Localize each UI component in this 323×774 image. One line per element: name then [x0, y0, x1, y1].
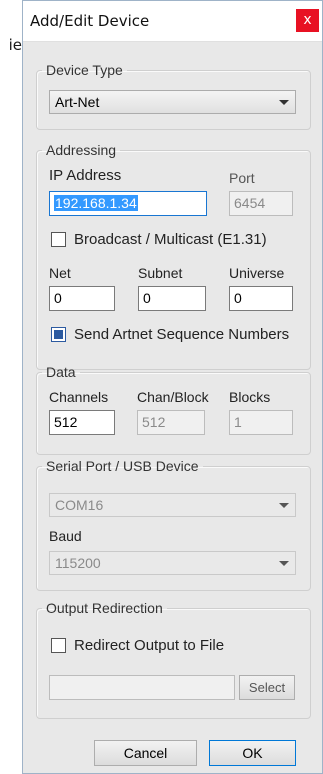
dialog-title: Add/Edit Device	[30, 12, 150, 30]
universe-value: 0	[234, 290, 242, 306]
net-input[interactable]: 0	[49, 286, 115, 311]
output-redirection-legend: Output Redirection	[46, 600, 163, 616]
blocks-label: Blocks	[229, 389, 271, 405]
port-label: Port	[229, 170, 255, 186]
blocks-input[interactable]: 1	[229, 410, 293, 435]
chevron-down-icon	[279, 100, 289, 105]
device-type-legend: Device Type	[46, 62, 123, 78]
redirect-output-label: Redirect Output to File	[74, 637, 225, 654]
port-input[interactable]: 6454	[229, 191, 293, 216]
channels-input[interactable]: 512	[49, 410, 115, 435]
channels-value: 512	[54, 414, 78, 430]
ok-label: OK	[242, 745, 263, 761]
select-file-label: Select	[248, 680, 286, 695]
chevron-down-icon	[279, 561, 289, 566]
chan-block-value: 512	[142, 414, 166, 430]
ok-button[interactable]: OK	[209, 740, 296, 766]
blocks-value: 1	[234, 414, 242, 430]
background-window-text: ie	[8, 36, 22, 54]
broadcast-label: Broadcast / Multicast (E1.31)	[74, 231, 267, 248]
ip-address-label: IP Address	[49, 167, 122, 184]
redirect-output-checkbox[interactable]	[51, 638, 66, 653]
chan-block-label: Chan/Block	[137, 389, 209, 405]
baud-value: 115200	[55, 555, 101, 571]
close-icon: x	[303, 12, 312, 28]
port-value: 6454	[234, 195, 266, 211]
net-value: 0	[54, 290, 62, 306]
select-file-button[interactable]: Select	[239, 675, 295, 700]
chan-block-input[interactable]: 512	[137, 410, 205, 435]
universe-label: Universe	[229, 265, 285, 281]
device-type-value: Art-Net	[55, 94, 100, 110]
subnet-input[interactable]: 0	[138, 286, 206, 311]
baud-label: Baud	[49, 528, 82, 544]
dialog-body: Device Type Art-Net Addressing IP Addres…	[23, 42, 322, 773]
chevron-down-icon	[279, 503, 289, 508]
channels-label: Channels	[49, 389, 109, 405]
cancel-label: Cancel	[123, 745, 168, 761]
addressing-legend: Addressing	[46, 142, 117, 158]
ip-address-value: 192.168.1.34	[54, 195, 138, 211]
close-button[interactable]: x	[296, 9, 319, 32]
broadcast-checkbox[interactable]	[51, 232, 66, 247]
cancel-button[interactable]: Cancel	[94, 740, 197, 766]
universe-input[interactable]: 0	[229, 286, 293, 311]
baud-select[interactable]: 115200	[49, 551, 296, 575]
title-bar[interactable]: Add/Edit Device x	[23, 1, 322, 42]
output-file-input[interactable]	[49, 675, 235, 700]
sequence-numbers-checkbox[interactable]	[51, 327, 66, 342]
serial-port-value: COM16	[55, 497, 104, 513]
data-legend: Data	[46, 364, 76, 380]
ip-address-input[interactable]: 192.168.1.34	[49, 191, 207, 216]
serial-port-select[interactable]: COM16	[49, 493, 296, 517]
serial-port-legend: Serial Port / USB Device	[46, 458, 199, 474]
device-type-select[interactable]: Art-Net	[49, 90, 296, 114]
net-label: Net	[49, 265, 71, 281]
output-redirection-group: Output Redirection	[36, 600, 311, 719]
add-edit-device-dialog: Add/Edit Device x Device Type Art-Net Ad…	[22, 0, 323, 774]
sequence-numbers-label: Send Artnet Sequence Numbers	[74, 326, 290, 343]
subnet-label: Subnet	[138, 265, 183, 281]
subnet-value: 0	[143, 290, 151, 306]
